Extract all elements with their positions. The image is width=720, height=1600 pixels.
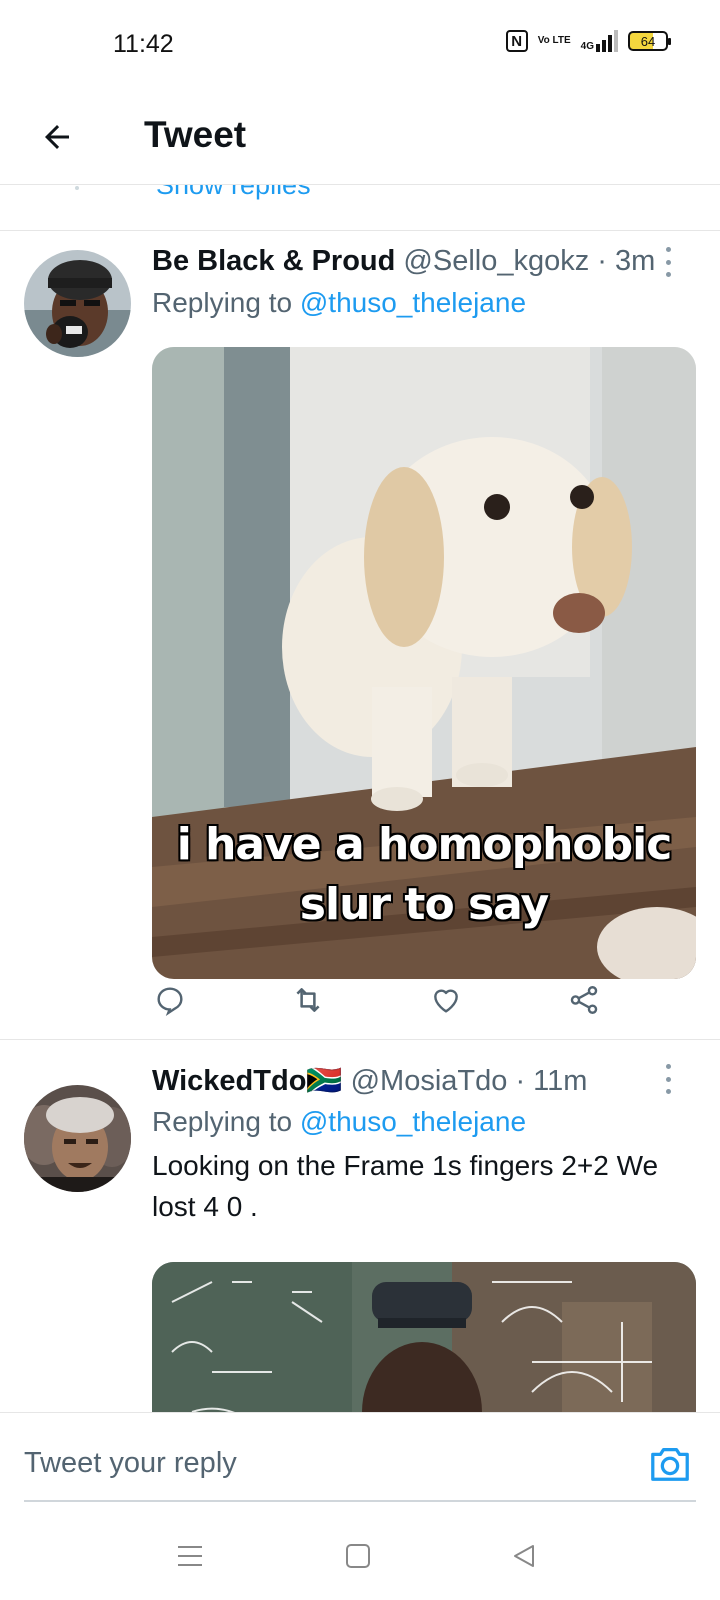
status-bar: 11:42 N Vo LTE 4G 64 — [0, 0, 720, 92]
reply-tweet[interactable]: Be Black & Proud @Sello_kgokz · 3m Reply… — [0, 231, 720, 1039]
like-icon[interactable] — [422, 976, 470, 1024]
replying-to: Replying to @thuso_thelejane — [152, 1106, 526, 1138]
tweet-header: WickedTdo🇿🇦 @MosiaTdo · 11m — [152, 1064, 587, 1098]
image-caption: i have a homophobic slur to say — [176, 819, 673, 930]
avatar[interactable] — [24, 250, 131, 357]
nfc-icon: N — [505, 30, 528, 52]
reply-icon[interactable] — [146, 976, 194, 1024]
reply-tweet[interactable]: WickedTdo🇿🇦 @MosiaTdo · 11m Replying to … — [0, 1040, 720, 1412]
tweet-time: · 3m — [597, 245, 656, 277]
reply-input-underline — [24, 1500, 696, 1502]
replying-to: Replying to @thuso_thelejane — [152, 287, 526, 319]
user-handle[interactable]: @Sello_kgokz — [403, 245, 589, 277]
battery-icon: 64 — [628, 31, 671, 51]
avatar-image — [24, 250, 131, 357]
back-button[interactable] — [30, 110, 84, 164]
avatar-image — [24, 1085, 131, 1192]
back-arrow-icon — [45, 125, 69, 149]
tweet-image[interactable] — [152, 1262, 696, 1412]
camera-icon[interactable] — [647, 1442, 693, 1486]
share-icon[interactable] — [560, 976, 608, 1024]
tweet-header: Be Black & Proud @Sello_kgokz · 3m — [152, 245, 655, 278]
more-options-icon[interactable] — [660, 1064, 676, 1094]
display-name[interactable]: WickedTdo — [152, 1065, 306, 1097]
tweet-text: Looking on the Frame 1s fingers 2+2 We l… — [152, 1150, 659, 1222]
back-triangle-icon[interactable] — [502, 1534, 546, 1578]
page-title: Tweet — [144, 114, 247, 155]
mention-link[interactable]: @thuso_thelejane — [300, 287, 526, 318]
replying-prefix: Replying to — [152, 287, 293, 318]
thread-dots-icon — [75, 186, 79, 190]
reply-composer: Tweet your reply — [0, 1412, 720, 1511]
avatar[interactable] — [24, 1085, 131, 1192]
status-icons: N Vo LTE 4G 64 — [505, 30, 671, 52]
show-replies-link[interactable]: Show replies — [156, 184, 311, 201]
math-meme-image — [152, 1262, 696, 1412]
user-handle[interactable]: @MosiaTdo — [351, 1065, 508, 1097]
replying-prefix: Replying to — [152, 1106, 293, 1137]
mention-link[interactable]: @thuso_thelejane — [300, 1106, 526, 1137]
menu-icon[interactable] — [168, 1534, 212, 1578]
retweet-icon[interactable] — [284, 976, 332, 1024]
tweet-time: · 11m — [515, 1065, 588, 1097]
network-label: 4G — [580, 41, 594, 52]
more-options-icon[interactable] — [660, 247, 676, 277]
tweet-image[interactable]: i have a homophobic slur to say — [152, 347, 696, 979]
volte-label: Vo LTE — [537, 35, 571, 46]
display-name[interactable]: Be Black & Proud — [152, 245, 395, 277]
previous-thread-strip: Show replies — [0, 184, 720, 231]
system-nav-bar — [0, 1512, 720, 1600]
status-time: 11:42 — [113, 30, 174, 58]
flag-emoji: 🇿🇦 — [306, 1065, 343, 1097]
home-square-icon[interactable] — [336, 1534, 380, 1578]
reply-input[interactable]: Tweet your reply — [24, 1447, 237, 1480]
battery-level: 64 — [640, 33, 656, 49]
tweet-actions — [152, 976, 696, 1024]
signal-icon: 4G — [581, 30, 618, 52]
app-header: Tweet — [0, 92, 720, 185]
